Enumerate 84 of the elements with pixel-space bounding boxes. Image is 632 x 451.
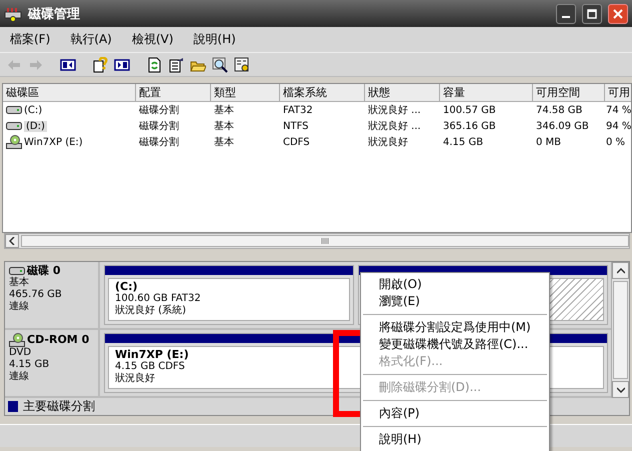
table-cell: 74 % <box>606 104 631 116</box>
scrollbar-thumb[interactable] <box>613 281 628 379</box>
table-cell-text: 狀況良好 ... <box>368 104 421 117</box>
column-header[interactable]: 類型 <box>211 84 280 101</box>
partition-status: 狀況良好 (系統) <box>115 305 186 317</box>
table-cell: 100.57 GB <box>443 104 496 116</box>
table-cell-text: 狀況良好 ... <box>368 120 421 133</box>
disk-size: 4.15 GB <box>9 359 50 370</box>
properties-icon[interactable] <box>168 56 184 72</box>
close-button[interactable] <box>608 4 628 24</box>
table-cell: 4.15 GB <box>443 136 484 148</box>
partition-size: 100.60 GB FAT32 <box>115 293 201 304</box>
close-icon <box>613 8 623 18</box>
table-cell: 365.16 GB <box>443 120 496 132</box>
table-cell: 94 % <box>606 120 631 132</box>
table-cell: 0 MB <box>536 136 562 148</box>
menu-item[interactable]: 開啟(O) <box>361 276 549 293</box>
column-header[interactable]: 檔案系統 <box>280 84 365 101</box>
scroll-left-button[interactable] <box>5 234 19 248</box>
scroll-down-button[interactable] <box>612 381 629 398</box>
table-cell: NTFS <box>283 120 309 132</box>
cd-drive-icon <box>6 135 22 149</box>
menu-item[interactable]: 變更磁碟機代號及路徑(C)... <box>361 336 549 353</box>
horizontal-scrollbar[interactable] <box>4 233 630 249</box>
menu-item[interactable]: 將磁碟分割設定爲使用中(M) <box>361 319 549 336</box>
table-cell-text: 基本 <box>214 104 234 117</box>
disk-name: CD-ROM 0 <box>27 334 90 346</box>
disk-status: 連線 <box>9 371 29 383</box>
column-header[interactable]: 可用 <box>605 84 631 101</box>
menu-item[interactable]: 檢視(V) <box>122 31 184 48</box>
partition-block[interactable]: (C:) 100.60 GB FAT32 狀況良好 (系統) <box>104 265 354 325</box>
menu-item[interactable]: 執行(A) <box>60 31 122 48</box>
table-cell: 346.09 GB <box>536 120 589 132</box>
disk-type: 基本 <box>9 277 29 289</box>
table-cell-text: 磁碟分割 <box>139 136 179 149</box>
table-cell-text: 狀況良好 <box>368 136 408 149</box>
maximize-icon <box>587 8 597 18</box>
volume-name[interactable]: (C:) <box>24 104 42 116</box>
pane-left-icon[interactable] <box>60 56 76 72</box>
app-icon <box>4 6 22 22</box>
table-cell-text: 基本 <box>214 120 234 133</box>
partition-size: 4.15 GB CDFS <box>115 361 185 372</box>
table-cell-text: 磁碟分割 <box>139 120 179 133</box>
menu-item[interactable]: 瀏覽(E) <box>361 293 549 310</box>
window-title: 磁碟管理 <box>28 6 81 22</box>
help-icon[interactable] <box>92 56 108 72</box>
partition-status: 狀況良好 <box>115 373 155 385</box>
legend-label: 主要磁碟分割 <box>23 398 95 415</box>
disk-size: 465.76 GB <box>9 289 62 300</box>
disk-name: 磁碟 0 <box>27 265 60 277</box>
menu-item[interactable]: 說明(H) <box>183 31 246 48</box>
minimize-icon <box>562 16 570 18</box>
pane-right-icon[interactable] <box>114 56 130 72</box>
menu-item[interactable]: 說明(H) <box>361 431 549 448</box>
table-cell: CDFS <box>283 136 310 148</box>
volume-name[interactable]: Win7XP (E:) <box>24 136 83 148</box>
table-cell: FAT32 <box>283 104 313 116</box>
maximize-button[interactable] <box>582 4 602 24</box>
table-cell-text: 磁碟分割 <box>139 104 179 117</box>
table-cell-text: 基本 <box>214 136 234 149</box>
column-header[interactable]: 容量 <box>440 84 533 101</box>
partition-label: (C:) <box>115 281 138 293</box>
search-icon[interactable] <box>212 56 228 72</box>
drive-icon <box>6 121 22 131</box>
drive-icon <box>6 105 22 115</box>
minimize-button[interactable] <box>556 4 576 24</box>
scroll-up-button[interactable] <box>612 262 629 279</box>
menu-item[interactable]: 內容(P) <box>361 405 549 422</box>
menu-item[interactable]: 檔案(F) <box>0 31 60 48</box>
drive-icon <box>9 266 25 276</box>
cd-drive-icon <box>9 333 25 347</box>
partition-label: Win7XP (E:) <box>115 349 189 361</box>
column-header[interactable]: 配置 <box>136 84 211 101</box>
scrollbar-thumb[interactable] <box>21 235 629 247</box>
table-cell: 74.58 GB <box>536 104 582 116</box>
refresh-icon[interactable] <box>146 56 162 72</box>
disk-status: 連線 <box>9 301 29 313</box>
column-header[interactable]: 狀態 <box>365 84 440 101</box>
column-header[interactable]: 可用空間 <box>533 84 605 101</box>
table-cell: 0 % <box>606 136 626 148</box>
disk-type: DVD <box>9 347 32 359</box>
settings-icon[interactable] <box>234 56 250 72</box>
column-header[interactable]: 磁碟區 <box>3 84 136 101</box>
volume-name[interactable]: (D:) <box>24 120 47 132</box>
